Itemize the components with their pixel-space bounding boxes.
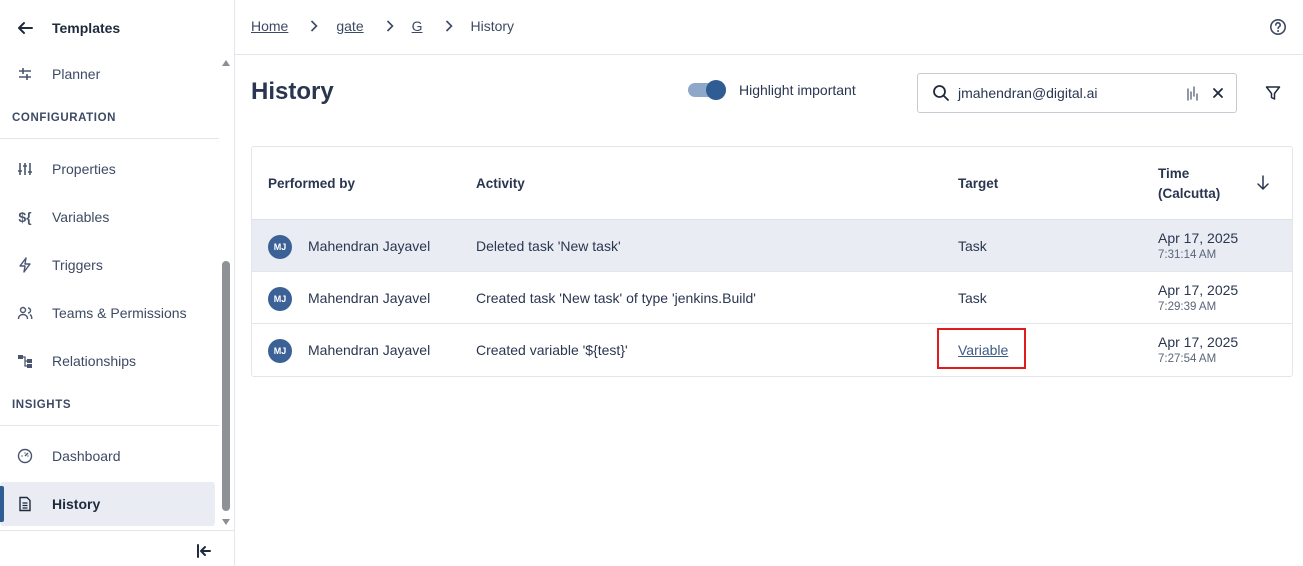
topbar: Home gate G History — [235, 0, 1303, 55]
sidebar-item-properties[interactable]: Properties — [0, 147, 215, 191]
voice-input-icon[interactable] — [1186, 86, 1200, 102]
dashboard-icon — [16, 447, 34, 465]
target: Task — [958, 290, 987, 306]
avatar: MJ — [268, 339, 292, 363]
breadcrumb-gate[interactable]: gate — [336, 18, 363, 34]
section-insights: INSIGHTS — [12, 399, 72, 411]
sidebar-item-history[interactable]: History — [0, 482, 215, 526]
date: Apr 17, 2025 — [1158, 230, 1239, 246]
divider — [0, 138, 219, 139]
avatar: MJ — [268, 287, 292, 311]
chevron-right-icon — [386, 20, 396, 32]
sidebar-item-label: Triggers — [52, 257, 103, 273]
date: Apr 17, 2025 — [1158, 282, 1239, 298]
sort-descending-icon[interactable] — [1256, 175, 1270, 191]
help-icon[interactable] — [1269, 18, 1287, 36]
sidebar-nav: Planner CONFIGURATION Properties ${ Vari… — [0, 55, 219, 530]
sidebar-item-relationships[interactable]: Relationships — [0, 339, 215, 383]
sidebar-item-label: History — [52, 496, 101, 512]
scroll-down-icon[interactable] — [222, 519, 230, 525]
divider — [0, 425, 219, 426]
target: Task — [958, 238, 987, 254]
highlight-important-toggle[interactable] — [688, 80, 726, 100]
search-icon — [932, 84, 950, 102]
breadcrumb-current: History — [470, 18, 515, 34]
highlight-annotation-box — [937, 328, 1026, 369]
performed-by: Mahendran Jayavel — [308, 290, 431, 306]
table-row[interactable]: MJ Mahendran Jayavel Created task 'New t… — [252, 272, 1292, 324]
chevron-right-icon — [445, 20, 455, 32]
sidebar-item-label: Properties — [52, 161, 116, 177]
column-time-zone: (Calcutta) — [1158, 186, 1221, 201]
sidebar-footer — [0, 530, 234, 566]
table-row[interactable]: MJ Mahendran Jayavel Deleted task 'New t… — [252, 220, 1292, 272]
activity: Created task 'New task' of type 'jenkins… — [476, 290, 756, 306]
active-indicator — [0, 486, 4, 522]
search-value[interactable]: jmahendran@digital.ai — [958, 85, 1098, 101]
page-title: History — [251, 78, 334, 105]
sidebar-scrollbar[interactable] — [219, 55, 234, 530]
sidebar-item-label: Planner — [52, 66, 101, 82]
sidebar-item-planner[interactable]: Planner — [0, 55, 215, 96]
bolt-icon — [16, 256, 34, 274]
variable-icon: ${ — [18, 209, 32, 225]
sidebar-item-triggers[interactable]: Triggers — [0, 243, 215, 287]
performed-by: Mahendran Jayavel — [308, 238, 431, 254]
time: 7:27:54 AM — [1158, 353, 1217, 365]
sidebar-item-label: Teams & Permissions — [52, 305, 187, 321]
table-header: Performed by Activity Target Time (Calcu… — [252, 147, 1292, 220]
toggle-knob — [706, 80, 726, 100]
time: 7:31:14 AM — [1158, 249, 1217, 261]
arrow-left-icon[interactable] — [16, 19, 34, 37]
sliders-icon — [16, 160, 34, 178]
breadcrumb: Home gate G History — [251, 18, 514, 34]
chevron-right-icon — [310, 20, 320, 32]
filter-icon[interactable] — [1265, 85, 1281, 101]
column-activity[interactable]: Activity — [476, 176, 525, 191]
sidebar-item-variables[interactable]: ${ Variables — [0, 195, 215, 239]
table-row[interactable]: MJ Mahendran Jayavel Created variable '$… — [252, 324, 1292, 376]
scroll-up-icon[interactable] — [222, 60, 230, 66]
collapse-sidebar-icon[interactable] — [196, 543, 212, 559]
sidebar: Templates Planner CONFIGURATION Properti… — [0, 0, 235, 566]
breadcrumb-home[interactable]: Home — [251, 18, 288, 34]
document-icon — [16, 495, 34, 513]
breadcrumb-g[interactable]: G — [412, 18, 423, 34]
search-input[interactable]: jmahendran@digital.ai — [917, 73, 1237, 113]
sidebar-item-dashboard[interactable]: Dashboard — [0, 434, 215, 478]
users-icon — [16, 304, 34, 322]
date: Apr 17, 2025 — [1158, 334, 1239, 350]
time: 7:29:39 AM — [1158, 301, 1217, 313]
planner-icon — [16, 65, 34, 83]
activity: Deleted task 'New task' — [476, 238, 621, 254]
sidebar-title: Templates — [52, 19, 121, 36]
sidebar-item-label: Relationships — [52, 353, 137, 369]
sidebar-header[interactable]: Templates — [0, 0, 234, 55]
activity: Created variable '${test}' — [476, 342, 628, 358]
scrollbar-thumb[interactable] — [222, 261, 230, 511]
performed-by: Mahendran Jayavel — [308, 342, 431, 358]
section-configuration: CONFIGURATION — [12, 112, 117, 124]
column-performed-by[interactable]: Performed by — [268, 176, 355, 191]
avatar: MJ — [268, 235, 292, 259]
column-time[interactable]: Time — [1158, 166, 1189, 181]
toggle-label: Highlight important — [739, 82, 856, 98]
sidebar-item-label: Variables — [52, 209, 110, 225]
clear-search-icon[interactable] — [1211, 86, 1225, 100]
relationships-icon — [16, 352, 34, 370]
sidebar-item-label: Dashboard — [52, 448, 121, 464]
column-target[interactable]: Target — [958, 176, 998, 191]
history-table: Performed by Activity Target Time (Calcu… — [251, 146, 1293, 377]
sidebar-item-teams-permissions[interactable]: Teams & Permissions — [0, 291, 215, 335]
